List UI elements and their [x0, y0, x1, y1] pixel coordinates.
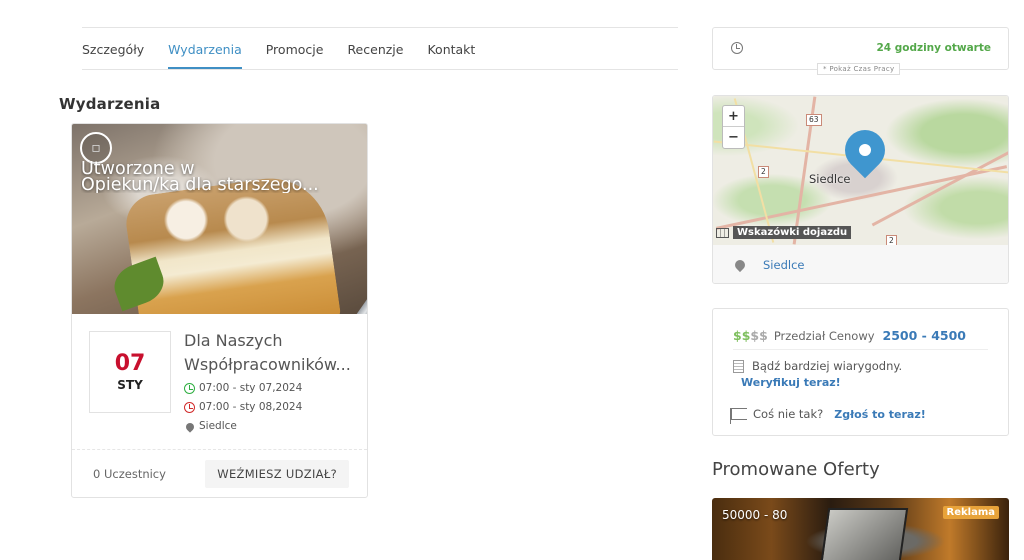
verify-now-link[interactable]: Weryfikuj teraz! — [741, 376, 902, 389]
tab-recenzje[interactable]: Recenzje — [347, 30, 403, 68]
start-clock-icon — [184, 383, 195, 394]
detail-tabs: Szczegóły Wydarzenia Promocje Recenzje K… — [82, 27, 678, 70]
event-body: 07 STY Dla Naszych Współpracowników... 0… — [72, 314, 367, 451]
event-date-day: 07 — [114, 351, 146, 376]
join-event-button[interactable]: WEŹMIESZ UDZIAŁ? — [205, 459, 349, 488]
tab-wydarzenia[interactable]: Wydarzenia — [168, 30, 242, 69]
overlay-line-2[interactable]: Opiekun/ka dla starszego... — [81, 177, 361, 193]
price-level-indicator: $$$$ — [733, 328, 768, 343]
price-range-row: $$$$ Przedział Cenowy 2500 - 4500 — [733, 322, 988, 350]
overlay-line-1: Utworzone w — [81, 161, 195, 177]
event-title[interactable]: Dla Naszych Współpracowników... — [184, 329, 354, 377]
info-box: $$$$ Przedział Cenowy 2500 - 4500 Bądź b… — [712, 308, 1009, 436]
clock-icon — [731, 42, 743, 54]
event-date-month: STY — [117, 378, 143, 392]
report-now-link[interactable]: Zgłoś to teraz! — [834, 408, 926, 421]
section-title: Wydarzenia — [59, 95, 161, 113]
participants-count: 0 Uczestnicy — [93, 466, 166, 481]
price-level-inactive: $$ — [750, 328, 768, 343]
event-meta: 07:00 - sty 07,2024 07:00 - sty 08,2024 … — [184, 379, 302, 436]
price-range-value: 2500 - 4500 — [882, 328, 967, 343]
map-canvas[interactable]: + − 63 2 2 Siedlce Wskazówki dojazdu — [713, 96, 1008, 245]
verify-text-row: Bądź bardziej wiarygodny. — [733, 359, 902, 373]
event-end-row: 07:00 - sty 08,2024 — [184, 398, 302, 417]
map-city-label: Siedlce — [809, 172, 851, 186]
event-footer: 0 Uczestnicy WEŹMIESZ UDZIAŁ? — [72, 449, 367, 497]
location-link[interactable]: Siedlce — [763, 258, 804, 272]
event-overlay-text: Utworzone w Opiekun/ka dla starszego... — [81, 161, 361, 193]
opening-hours-status: 24 godziny otwarte — [876, 42, 991, 54]
author-avatar[interactable]: ▫ — [80, 132, 112, 164]
zoom-in-button[interactable]: + — [723, 106, 744, 127]
image-placeholder-icon: ▫ — [91, 140, 101, 156]
promo-price: 50000 - 80 — [722, 508, 788, 522]
map-marker-icon[interactable] — [836, 121, 894, 179]
event-date-box: 07 STY — [89, 331, 171, 413]
event-title-line-1[interactable]: Dla Naszych — [184, 329, 354, 353]
tab-szczegoly[interactable]: Szczegóły — [82, 30, 144, 68]
zoom-out-button[interactable]: − — [723, 127, 744, 148]
price-level-active: $$ — [733, 328, 751, 343]
page: Szczegóły Wydarzenia Promocje Recenzje K… — [0, 0, 1024, 560]
directions-link[interactable]: Wskazówki dojazdu — [716, 226, 852, 239]
fork-decoration — [341, 245, 367, 314]
event-location: Siedlce — [199, 420, 237, 432]
event-location-row: Siedlce — [184, 417, 302, 436]
verify-text: Bądź bardziej wiarygodny. — [752, 359, 903, 373]
end-clock-icon — [184, 402, 195, 413]
building-icon — [733, 359, 744, 373]
directions-label[interactable]: Wskazówki dojazdu — [733, 226, 852, 239]
report-text: Coś nie tak? — [753, 407, 824, 421]
event-start-row: 07:00 - sty 07,2024 — [184, 379, 302, 398]
ad-badge: Reklama — [942, 506, 999, 519]
promoted-offer-card[interactable]: 50000 - 80 Reklama — [712, 498, 1009, 560]
promoted-offers-title: Promowane Oferty — [712, 459, 880, 480]
road-number-label: 2 — [758, 166, 769, 178]
flag-icon — [730, 408, 747, 424]
verify-section: Bądź bardziej wiarygodny. Weryfikuj tera… — [733, 359, 902, 389]
map-location-row: Siedlce — [713, 245, 1008, 283]
map-widget: + − 63 2 2 Siedlce Wskazówki dojazdu Sie… — [712, 95, 1009, 284]
location-pin-icon — [184, 420, 196, 433]
event-image[interactable]: ▫ Utworzone w Opiekun/ka dla starszego..… — [72, 124, 367, 314]
report-section: Coś nie tak? Zgłoś to teraz! — [730, 407, 926, 424]
promo-image — [819, 508, 909, 560]
location-pin-icon — [732, 257, 748, 273]
event-title-line-2[interactable]: Współpracowników... — [184, 353, 354, 377]
event-card: ▫ Utworzone w Opiekun/ka dla starszego..… — [71, 123, 368, 498]
map-icon — [716, 227, 729, 238]
price-range-label: Przedział Cenowy — [773, 328, 875, 343]
event-start: 07:00 - sty 07,2024 — [199, 382, 303, 394]
tab-promocje[interactable]: Promocje — [266, 30, 324, 68]
event-end: 07:00 - sty 08,2024 — [199, 401, 303, 413]
road-number-label: 2 — [886, 235, 897, 245]
tab-kontakt[interactable]: Kontakt — [427, 30, 475, 68]
show-hours-toggle[interactable]: * Pokaż Czas Pracy — [817, 63, 901, 75]
road-number-label: 63 — [806, 114, 822, 126]
map-zoom-control: + − — [722, 105, 745, 149]
